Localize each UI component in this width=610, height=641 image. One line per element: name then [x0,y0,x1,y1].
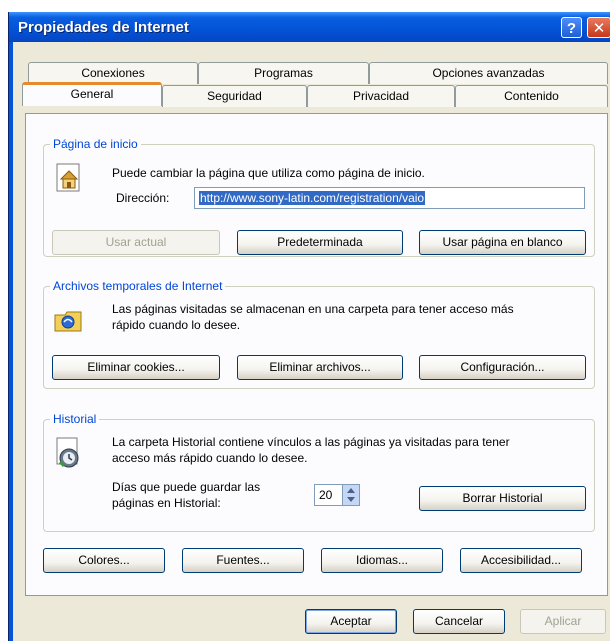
address-label: Dirección: [116,191,170,205]
clear-history-button[interactable]: Borrar Historial [419,486,586,511]
window-title: Propiedades de Internet [18,19,189,36]
home-page-icon [56,163,80,192]
help-button[interactable]: ? [561,17,582,38]
history-description-line1: La carpeta Historial contiene vínculos a… [112,435,510,449]
temp-files-description-line2: rápido cuando lo desee. [112,318,241,332]
tab-privacidad[interactable]: Privacidad [307,85,455,107]
spinner-down-icon[interactable] [347,497,355,502]
apply-button[interactable]: Aplicar [520,609,606,634]
tab-seguridad[interactable]: Seguridad [162,85,307,107]
colors-button[interactable]: Colores... [43,548,165,573]
use-default-button[interactable]: Predeterminada [237,230,403,255]
temp-files-icon [54,311,82,332]
ok-button[interactable]: Aceptar [305,609,397,634]
spinner-buttons[interactable] [342,485,359,505]
tab-opciones-avanzadas[interactable]: Opciones avanzadas [369,62,608,84]
temp-files-settings-button[interactable]: Configuración... [419,355,586,380]
tab-programas[interactable]: Programas [198,62,369,84]
languages-button[interactable]: Idiomas... [321,548,443,573]
tab-general[interactable]: General [22,82,162,106]
use-blank-button[interactable]: Usar página en blanco [419,230,586,255]
history-group: Historial La carpeta Historial contiene … [43,412,595,532]
home-page-legend: Página de inicio [50,137,141,151]
temp-files-legend: Archivos temporales de Internet [50,279,226,293]
home-page-group: Página de inicio Puede cambiar la página… [43,137,595,257]
history-days-spinner[interactable]: 20 [314,484,360,506]
use-current-button[interactable]: Usar actual [52,230,220,255]
accessibility-button[interactable]: Accesibilidad... [460,548,582,573]
title-bar[interactable]: Propiedades de Internet ? ✕ [9,12,610,42]
window-left-edge [9,42,13,641]
spinner-up-icon[interactable] [347,488,355,493]
history-icon [56,437,79,468]
history-description-line2: acceso más rápido cuando lo desee. [112,451,308,465]
fonts-button[interactable]: Fuentes... [182,548,304,573]
delete-files-button[interactable]: Eliminar archivos... [237,355,403,380]
history-legend: Historial [50,412,100,426]
temp-files-group: Archivos temporales de Internet Las pági… [43,279,595,389]
address-value: http://www.sony-latin.com/registration/v… [199,191,426,205]
tab-contenido[interactable]: Contenido [455,85,608,107]
close-button[interactable]: ✕ [587,17,610,38]
history-days-label-line2: páginas en Historial: [112,496,221,510]
history-days-value: 20 [319,488,333,502]
tab-panel-general: Página de inicio Puede cambiar la página… [25,113,608,596]
cancel-button[interactable]: Cancelar [413,609,505,634]
home-page-description: Puede cambiar la página que utiliza como… [112,166,425,180]
address-input[interactable]: http://www.sony-latin.com/registration/v… [194,187,585,209]
delete-cookies-button[interactable]: Eliminar cookies... [52,355,220,380]
tab-conexiones[interactable]: Conexiones [28,62,198,84]
history-days-label-line1: Días que puede guardar las [112,480,261,494]
temp-files-description-line1: Las páginas visitadas se almacenan en un… [112,302,514,316]
dialog-window: Propiedades de Internet ? ✕ Conexiones P… [8,12,610,641]
